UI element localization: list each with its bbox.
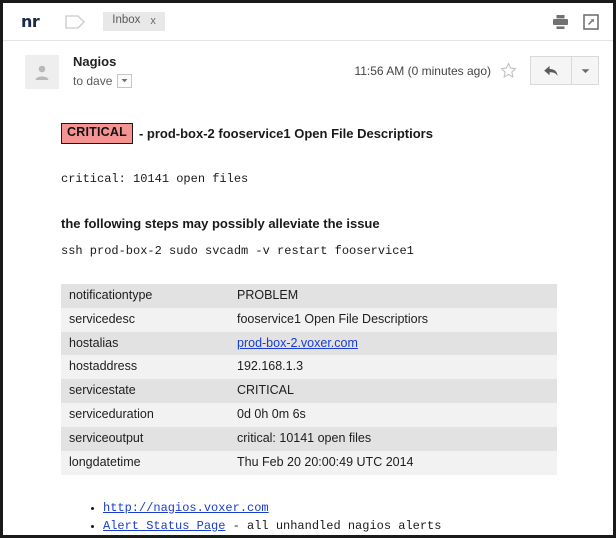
reply-button[interactable] bbox=[530, 56, 571, 85]
table-cell-value: 192.168.1.3 bbox=[229, 355, 557, 380]
status-badge: CRITICAL bbox=[61, 123, 133, 144]
steps-heading: the following steps may possibly allevia… bbox=[61, 215, 380, 231]
table-cell-value: CRITICAL bbox=[229, 379, 557, 404]
subject-line: CRITICAL - prod-box-2 fooservice1 Open F… bbox=[61, 123, 591, 144]
table-cell-key: serviceoutput bbox=[61, 427, 229, 451]
toolbar: nr Inbox x bbox=[3, 3, 613, 41]
close-icon[interactable]: x bbox=[150, 15, 156, 27]
table-row: serviceduration 0d 0h 0m 6s bbox=[61, 403, 557, 427]
reply-button-group bbox=[530, 56, 599, 85]
chip-label: Inbox bbox=[112, 14, 141, 27]
label-tag-icon[interactable] bbox=[65, 14, 86, 29]
recipient-label: to dave bbox=[73, 73, 113, 88]
person-avatar-icon bbox=[35, 65, 49, 80]
list-item: http://nagios.voxer.com bbox=[103, 499, 591, 517]
details-table-body: notificationtype PROBLEM servicedesc fooser… bbox=[61, 283, 557, 475]
app-logo: nr bbox=[21, 11, 40, 31]
list-item: Alert Status Page - all unhandled nagios… bbox=[103, 517, 591, 535]
action-link[interactable]: http://nagios.voxer.com bbox=[103, 501, 269, 515]
details-table: notificationtype PROBLEM servicedesc fooser… bbox=[61, 283, 557, 475]
table-row: notificationtype PROBLEM bbox=[61, 283, 557, 308]
message-header-actions: 11:56 AM (0 minutes ago) bbox=[354, 56, 599, 85]
toolbar-actions bbox=[552, 13, 599, 30]
table-row: hostalias prod-box-2.voxer.com bbox=[61, 331, 557, 356]
email-message-window: nr Inbox x Nagios to dave 11:56 AM (0 mi… bbox=[0, 0, 616, 538]
table-cell-value: fooservice1 Open File Descriptiors bbox=[229, 307, 557, 332]
table-cell-key: longdatetime bbox=[61, 450, 229, 475]
table-row: servicedesc fooservice1 Open File Descrip… bbox=[61, 307, 557, 332]
table-cell-value: PROBLEM bbox=[229, 283, 557, 308]
steps-command: ssh prod-box-2 sudo svcadm -v restart fo… bbox=[61, 243, 414, 258]
action-link[interactable]: Alert Status Page bbox=[103, 519, 225, 533]
table-cell-value: Thu Feb 20 20:00:49 UTC 2014 bbox=[229, 450, 557, 475]
reply-arrow-icon bbox=[544, 65, 558, 76]
table-row: hostaddress 192.168.1.3 bbox=[61, 355, 557, 380]
open-in-new-window-icon[interactable] bbox=[583, 13, 599, 30]
table-cell-key: servicedesc bbox=[61, 307, 229, 332]
action-links-list: http://nagios.voxer.com Alert Status Page… bbox=[87, 499, 591, 535]
table-row: longdatetime Thu Feb 20 20:00:49 UTC 2014 bbox=[61, 450, 557, 475]
caret-down-icon bbox=[581, 68, 589, 73]
subject-text: - prod-box-2 fooservice1 Open File Descr… bbox=[138, 125, 433, 141]
sender-name: Nagios bbox=[73, 54, 117, 69]
message-timestamp: 11:56 AM (0 minutes ago) bbox=[354, 63, 491, 78]
print-icon[interactable] bbox=[552, 14, 569, 30]
chevron-down-icon[interactable] bbox=[117, 73, 133, 88]
table-row: servicestate CRITICAL bbox=[61, 379, 557, 404]
sender-block: Nagios to dave bbox=[73, 53, 133, 88]
star-icon[interactable] bbox=[500, 62, 517, 79]
table-cell-key: servicestate bbox=[61, 379, 229, 404]
recipient-row[interactable]: to dave bbox=[73, 73, 133, 88]
label-chip-inbox[interactable]: Inbox x bbox=[103, 12, 165, 31]
hostalias-link[interactable]: prod-box-2.voxer.com bbox=[237, 336, 358, 350]
service-output-line: critical: 10141 open files bbox=[61, 171, 249, 186]
avatar bbox=[25, 55, 59, 89]
table-cell-value: critical: 10141 open files bbox=[229, 427, 557, 451]
table-cell-key: hostalias bbox=[61, 331, 229, 356]
table-cell-key: notificationtype bbox=[61, 283, 229, 308]
table-cell-key: serviceduration bbox=[61, 403, 229, 427]
table-cell-key: hostaddress bbox=[61, 355, 229, 380]
message-body: CRITICAL - prod-box-2 fooservice1 Open F… bbox=[3, 99, 613, 535]
message-header: Nagios to dave 11:56 AM (0 minutes ago) bbox=[3, 41, 613, 99]
more-options-button[interactable] bbox=[571, 56, 599, 85]
action-link-description: - all unhandled nagios alerts bbox=[225, 518, 442, 533]
table-row: serviceoutput critical: 10141 open files bbox=[61, 427, 557, 451]
table-cell-value: 0d 0h 0m 6s bbox=[229, 403, 557, 427]
table-cell-value[interactable]: prod-box-2.voxer.com bbox=[229, 331, 557, 356]
